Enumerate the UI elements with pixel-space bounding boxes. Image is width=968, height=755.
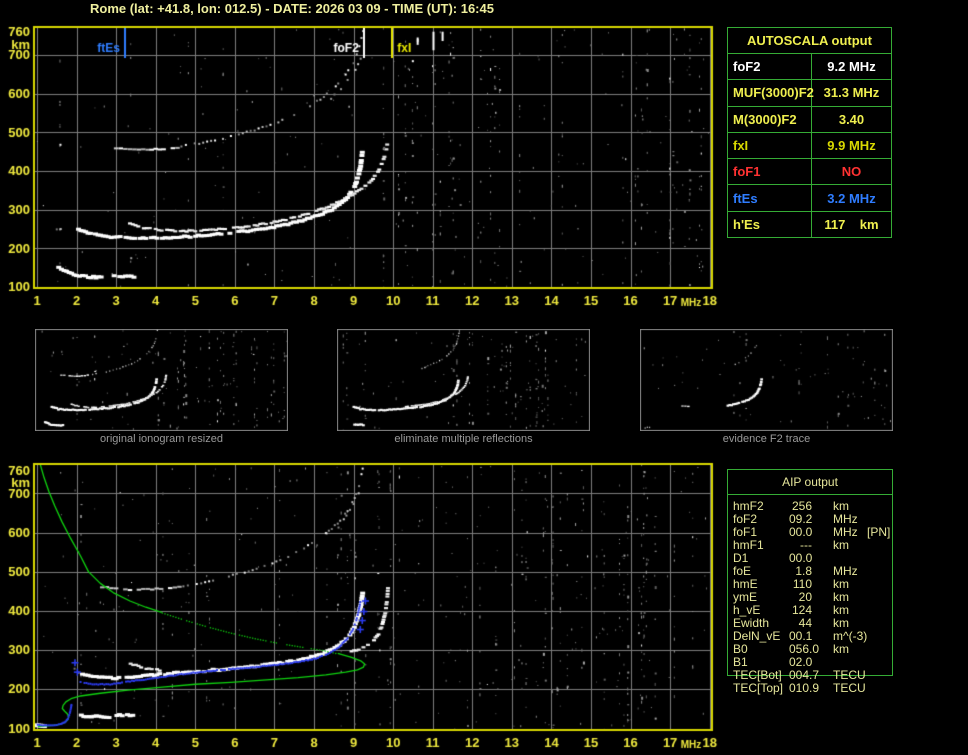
aip-table-rows: hmF2 256 km foF2 09.2 MHz foF1 00.0 MHz [PN] hmF1-… <box>733 500 963 695</box>
param-extra <box>867 643 963 656</box>
table-row: foF2 9.2 MHz <box>728 54 891 81</box>
table-row: M(3000)F2 3.40 <box>728 106 891 133</box>
param-extra <box>867 617 963 630</box>
param-extra: [PN] <box>867 525 891 539</box>
param-label: h'Es <box>728 211 812 237</box>
param-extra <box>867 539 963 552</box>
param-label: ftEs <box>728 185 812 211</box>
param-extra <box>867 500 963 513</box>
param-extra <box>867 565 963 578</box>
table-row: h'Es 117 km <box>728 211 891 237</box>
param-label: foF2 <box>728 54 812 80</box>
autoscala-table-rows: foF2 9.2 MHz MUF(3000)F2 31.3 MHz M(3000)F2 3… <box>728 54 891 237</box>
param-value: 9.2 MHz <box>827 59 876 75</box>
param-extra <box>867 669 963 682</box>
param-unit: km <box>833 642 849 656</box>
table-row: TEC[Top] 010.9 TECU <box>733 682 963 695</box>
thumbnail-caption: original ionogram resized <box>100 433 223 445</box>
table-row: MUF(3000)F2 31.3 MHz <box>728 80 891 107</box>
thumbnail-caption: eliminate multiple reflections <box>394 433 533 445</box>
param-extra <box>867 552 963 565</box>
table-row: fxI 9.9 MHz <box>728 132 891 160</box>
param-value: NO <box>841 164 862 180</box>
table-row: hmF1 --- km <box>733 539 963 552</box>
param-label: TEC[Top] <box>733 681 784 695</box>
param-value: 117 km <box>824 216 879 232</box>
table-row: ftEs 3.2 MHz <box>728 185 891 212</box>
param-value: 3.2 MHz <box>827 190 876 206</box>
table-row: B0 056.0 km <box>733 643 963 656</box>
param-extra <box>867 682 963 695</box>
param-label: fxI <box>728 132 812 159</box>
param-value: 9.9 MHz <box>827 137 876 153</box>
thumbnail-f2-trace <box>640 329 893 431</box>
param-extra <box>867 630 963 643</box>
param-unit: TECU <box>833 681 866 695</box>
param-value: 3.40 <box>838 111 865 127</box>
param-label: MUF(3000)F2 <box>728 80 814 106</box>
aip-table-title: AIP output <box>728 470 892 495</box>
param-unit: km <box>833 538 849 552</box>
thumbnail-caption: evidence F2 trace <box>722 433 811 445</box>
table-row: foF1 NO <box>728 159 891 186</box>
param-extra <box>867 591 963 604</box>
autoscala-table-title: AUTOSCALA output <box>728 28 891 54</box>
param-extra <box>867 604 963 617</box>
page-title: Rome (lat: +41.8, lon: 012.5) - DATE: 20… <box>90 1 494 16</box>
param-extra <box>867 578 963 591</box>
param-label: foF1 <box>728 159 812 185</box>
autoscala-screen: Rome (lat: +41.8, lon: 012.5) - DATE: 20… <box>0 0 968 755</box>
param-label: M(3000)F2 <box>728 106 812 132</box>
ionogram-bottom-chart <box>0 453 725 755</box>
param-extra <box>867 656 963 669</box>
thumbnail-original-ionogram <box>35 329 288 431</box>
autoscala-output-table: AUTOSCALA output foF2 9.2 MHz MUF(3000)F2 3… <box>727 27 892 238</box>
param-value: 31.3 MHz <box>823 85 880 101</box>
ionogram-top-chart <box>0 16 725 318</box>
thumbnail-eliminate-reflections <box>337 329 590 431</box>
param-value: 010.9 <box>789 681 820 695</box>
